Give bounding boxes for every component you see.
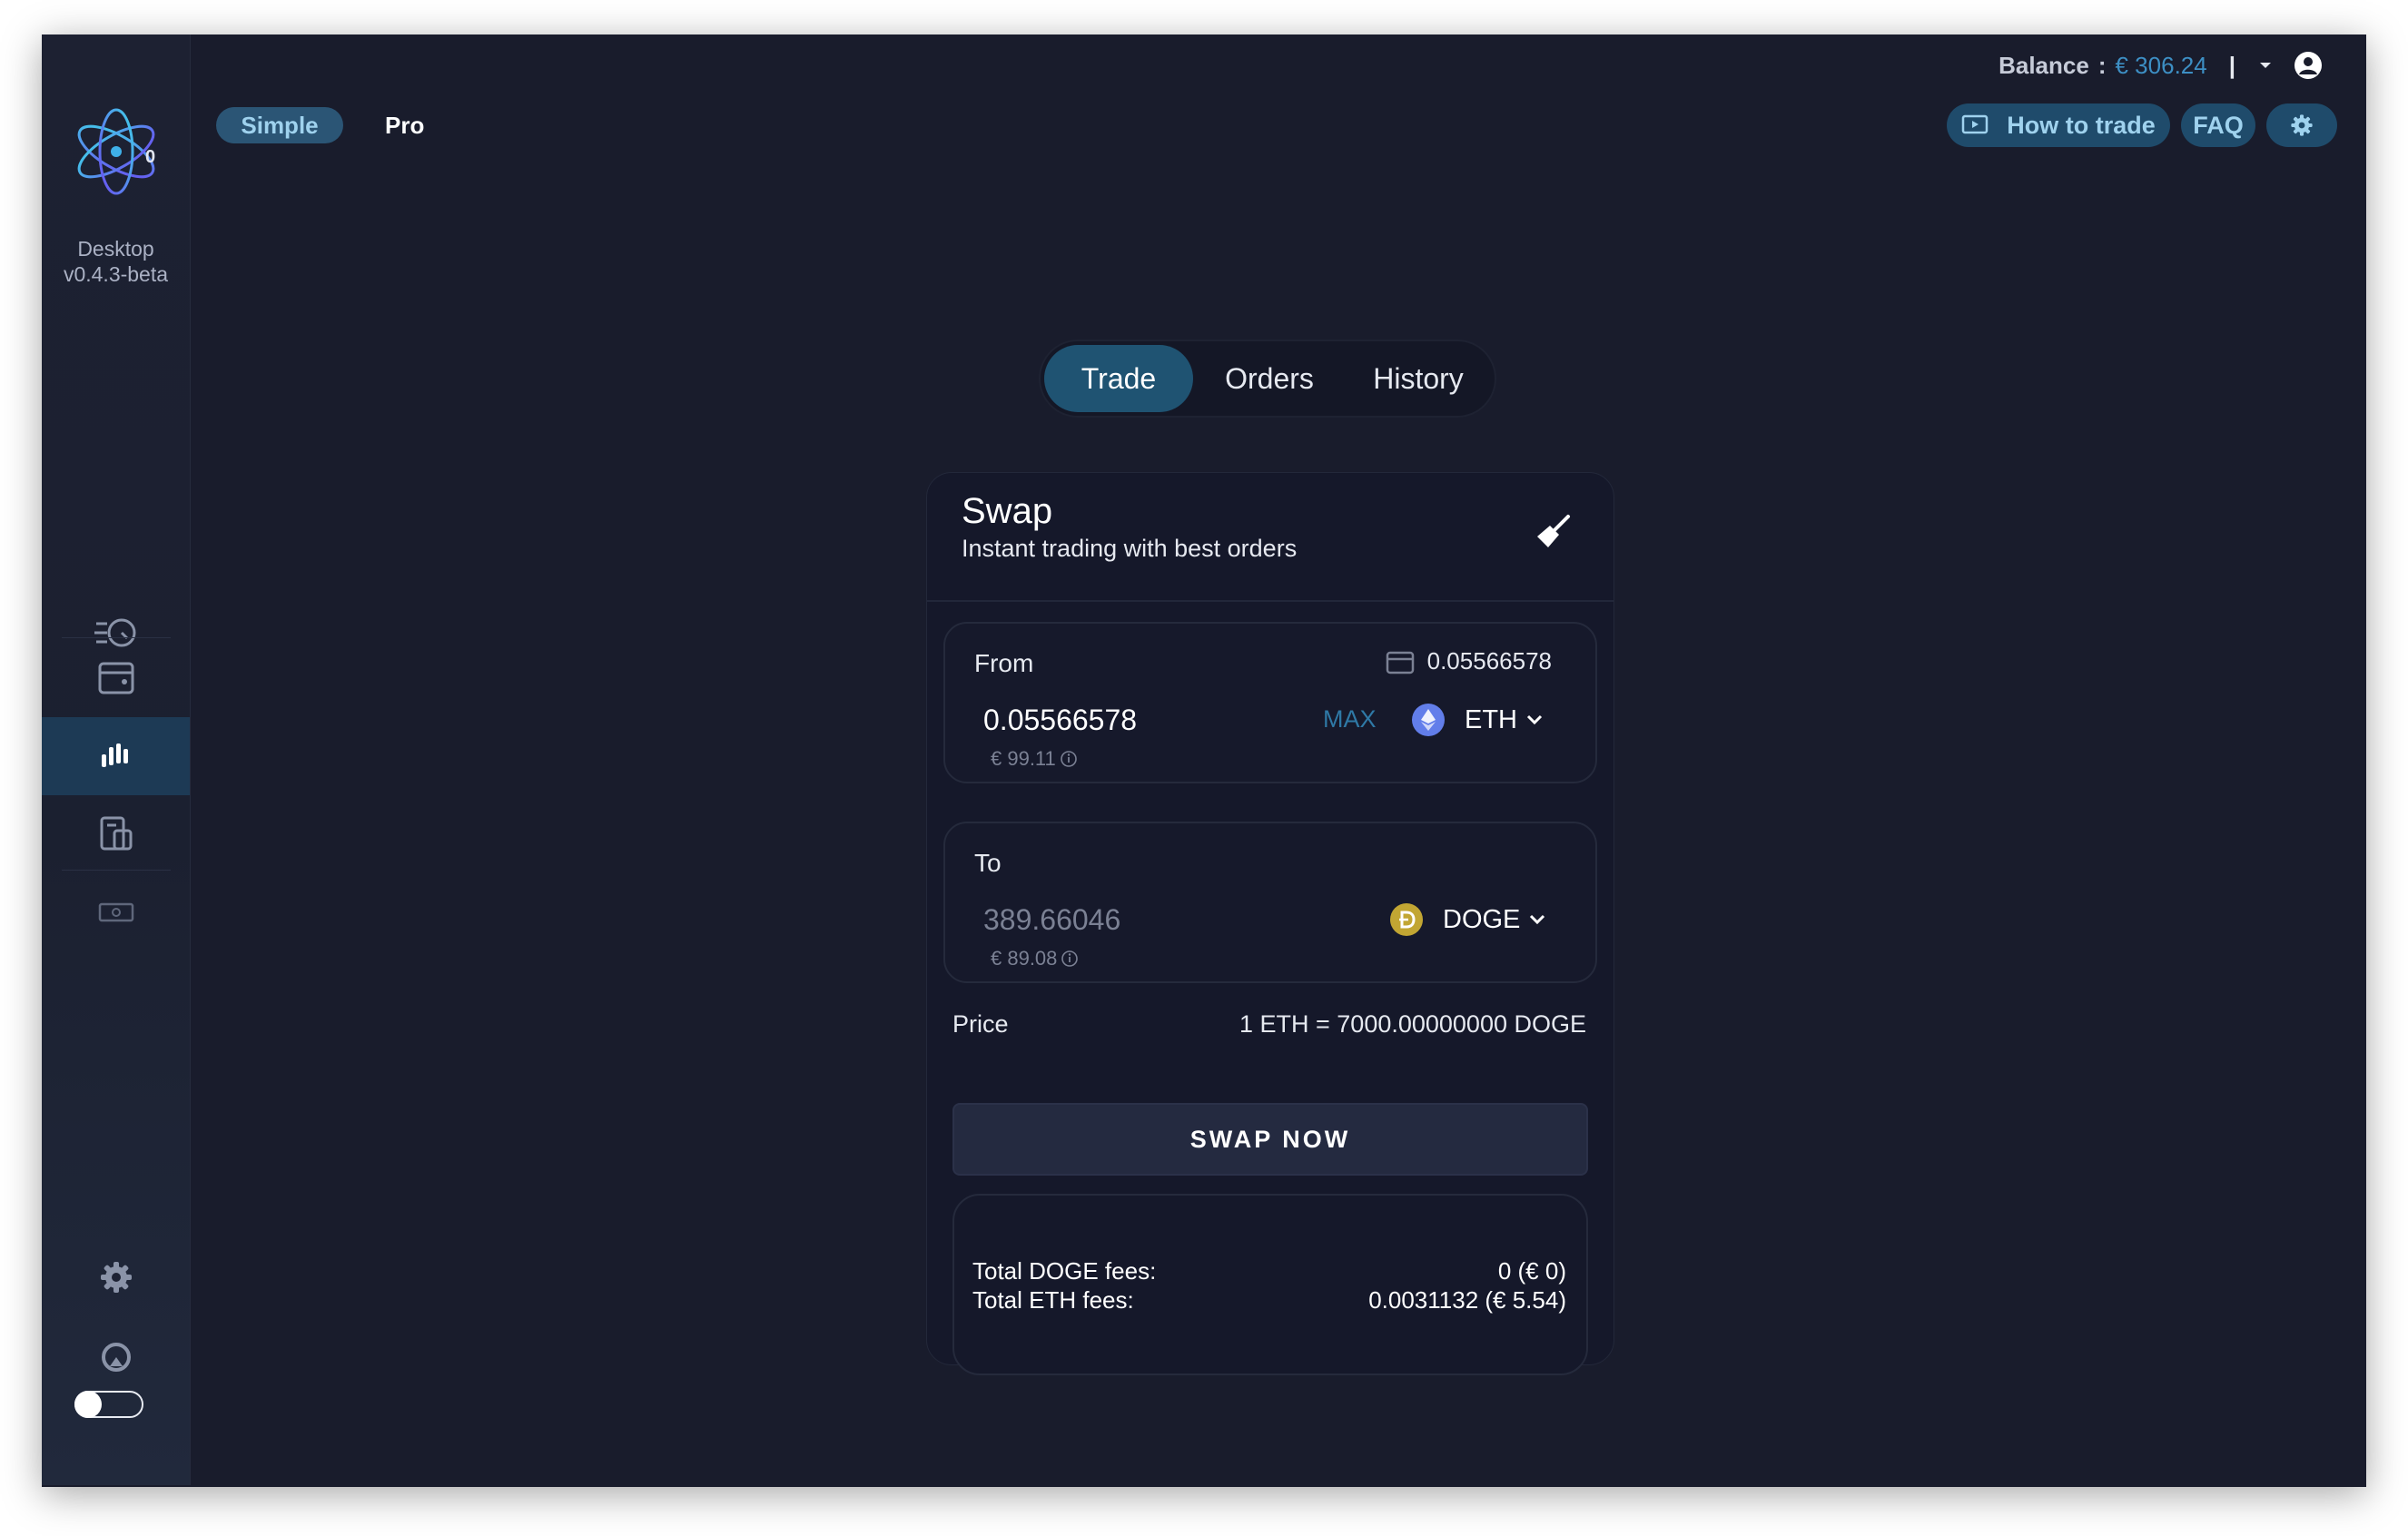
from-panel: From 0.05566578 0.05566578 € 99.11 MAX E… [943,622,1597,783]
from-fiat-text: € 99.11 [991,747,1056,770]
fee-eth-label: Total ETH fees: [972,1286,1134,1314]
fee-eth-value: 0.0031132 (€ 5.54) [1368,1286,1566,1314]
dogecoin-icon [1390,903,1423,936]
version-line-1: Desktop [77,237,154,261]
swap-subtitle: Instant trading with best orders [962,535,1298,562]
from-amount-input[interactable]: 0.05566578 [983,704,1137,737]
balance-separator: | [2228,51,2235,79]
fiat-icon [98,902,133,922]
tab-trade[interactable]: Trade [1044,345,1193,412]
addressbook-icon [100,816,132,851]
faq-button[interactable]: FAQ [2181,103,2255,147]
max-button[interactable]: MAX [1323,705,1377,734]
sidebar-item-trade[interactable] [42,717,190,795]
settings-button[interactable] [2266,103,2337,147]
swap-card: Swap Instant trading with best orders Fr… [926,472,1614,1375]
sidebar-item-support[interactable] [42,1318,190,1396]
tab-history[interactable]: History [1346,345,1491,412]
info-icon[interactable] [1060,750,1078,768]
theme-toggle[interactable] [74,1391,143,1418]
swap-title: Swap [962,491,1053,531]
card-divider [927,600,1614,602]
from-wallet-balance-value: 0.05566578 [1426,647,1552,674]
sidebar-item-fiat[interactable] [42,873,190,951]
fee-doge-label: Total DOGE fees: [972,1257,1157,1285]
how-to-trade-button[interactable]: How to trade [1947,103,2170,147]
sidebar: 0 Desktop v0.4.3-beta [42,34,191,1485]
broom-icon[interactable] [1534,513,1572,551]
to-amount-output: 389.66046 [983,903,1121,936]
gear-icon [2291,114,2313,136]
to-panel: To 389.66046 € 89.08 DOGE [943,822,1597,983]
logo-badge: 0 [145,147,156,167]
balance-colon: : [2097,51,2107,79]
from-coin-selector[interactable]: ETH [1412,702,1543,738]
from-wallet-balance: 0.05566578 [1386,647,1552,675]
price-row: Price 1 ETH = 7000.00000000 DOGE [952,1010,1586,1039]
mode-simple-button[interactable]: Simple [216,107,343,143]
from-fiat-value: € 99.11 [991,747,1078,771]
to-fiat-value: € 89.08 [991,947,1079,970]
chevron-down-icon [1526,714,1543,725]
balance-label: Balance [1998,51,2089,79]
to-fiat-text: € 89.08 [991,947,1058,970]
balance-value: € 306.24 [2115,51,2207,79]
balance-display: Balance : € 306.24 | [1998,47,2323,84]
app-window: 0 Desktop v0.4.3-beta Simple Pro Balance… [42,34,2366,1487]
swap-now-button[interactable]: SWAP NOW [952,1103,1588,1176]
ethereum-icon [1412,704,1445,736]
user-icon[interactable] [2294,51,2323,80]
fees-panel: Total DOGE fees: 0 (€ 0) Total ETH fees:… [952,1194,1588,1375]
fee-row-eth: Total ETH fees: 0.0031132 (€ 5.54) [972,1286,1566,1314]
caret-down-icon[interactable] [2259,61,2272,70]
price-value: 1 ETH = 7000.00000000 DOGE [1239,1010,1586,1038]
to-coin-ticker: DOGE [1443,904,1521,934]
mode-pro-button[interactable]: Pro [385,107,424,143]
to-coin-selector[interactable]: DOGE [1390,901,1545,938]
from-label: From [974,649,1034,677]
price-label: Price [952,1010,1009,1038]
to-label: To [974,849,1002,877]
support-icon [101,1343,131,1372]
chevron-down-icon [1530,914,1545,925]
info-icon[interactable] [1061,950,1079,968]
wallet-icon [1386,651,1414,674]
from-coin-ticker: ETH [1465,704,1517,734]
video-icon [1961,114,1989,134]
how-to-trade-label: How to trade [2007,111,2156,139]
trade-tabs: Trade Orders History [1041,341,1495,416]
tab-orders[interactable]: Orders [1197,345,1342,412]
trade-icon [101,743,128,767]
version-line-2: v0.4.3-beta [63,262,169,286]
fee-doge-value: 0 (€ 0) [1497,1257,1566,1285]
sidebar-item-addressbook[interactable] [42,795,190,873]
sidebar-item-wallet[interactable] [42,639,190,717]
wallet-icon [98,662,133,694]
fee-row-doge: Total DOGE fees: 0 (€ 0) [972,1257,1566,1285]
gear-icon [100,1262,132,1293]
toggle-knob [74,1391,102,1418]
sidebar-item-settings[interactable] [42,1238,190,1316]
